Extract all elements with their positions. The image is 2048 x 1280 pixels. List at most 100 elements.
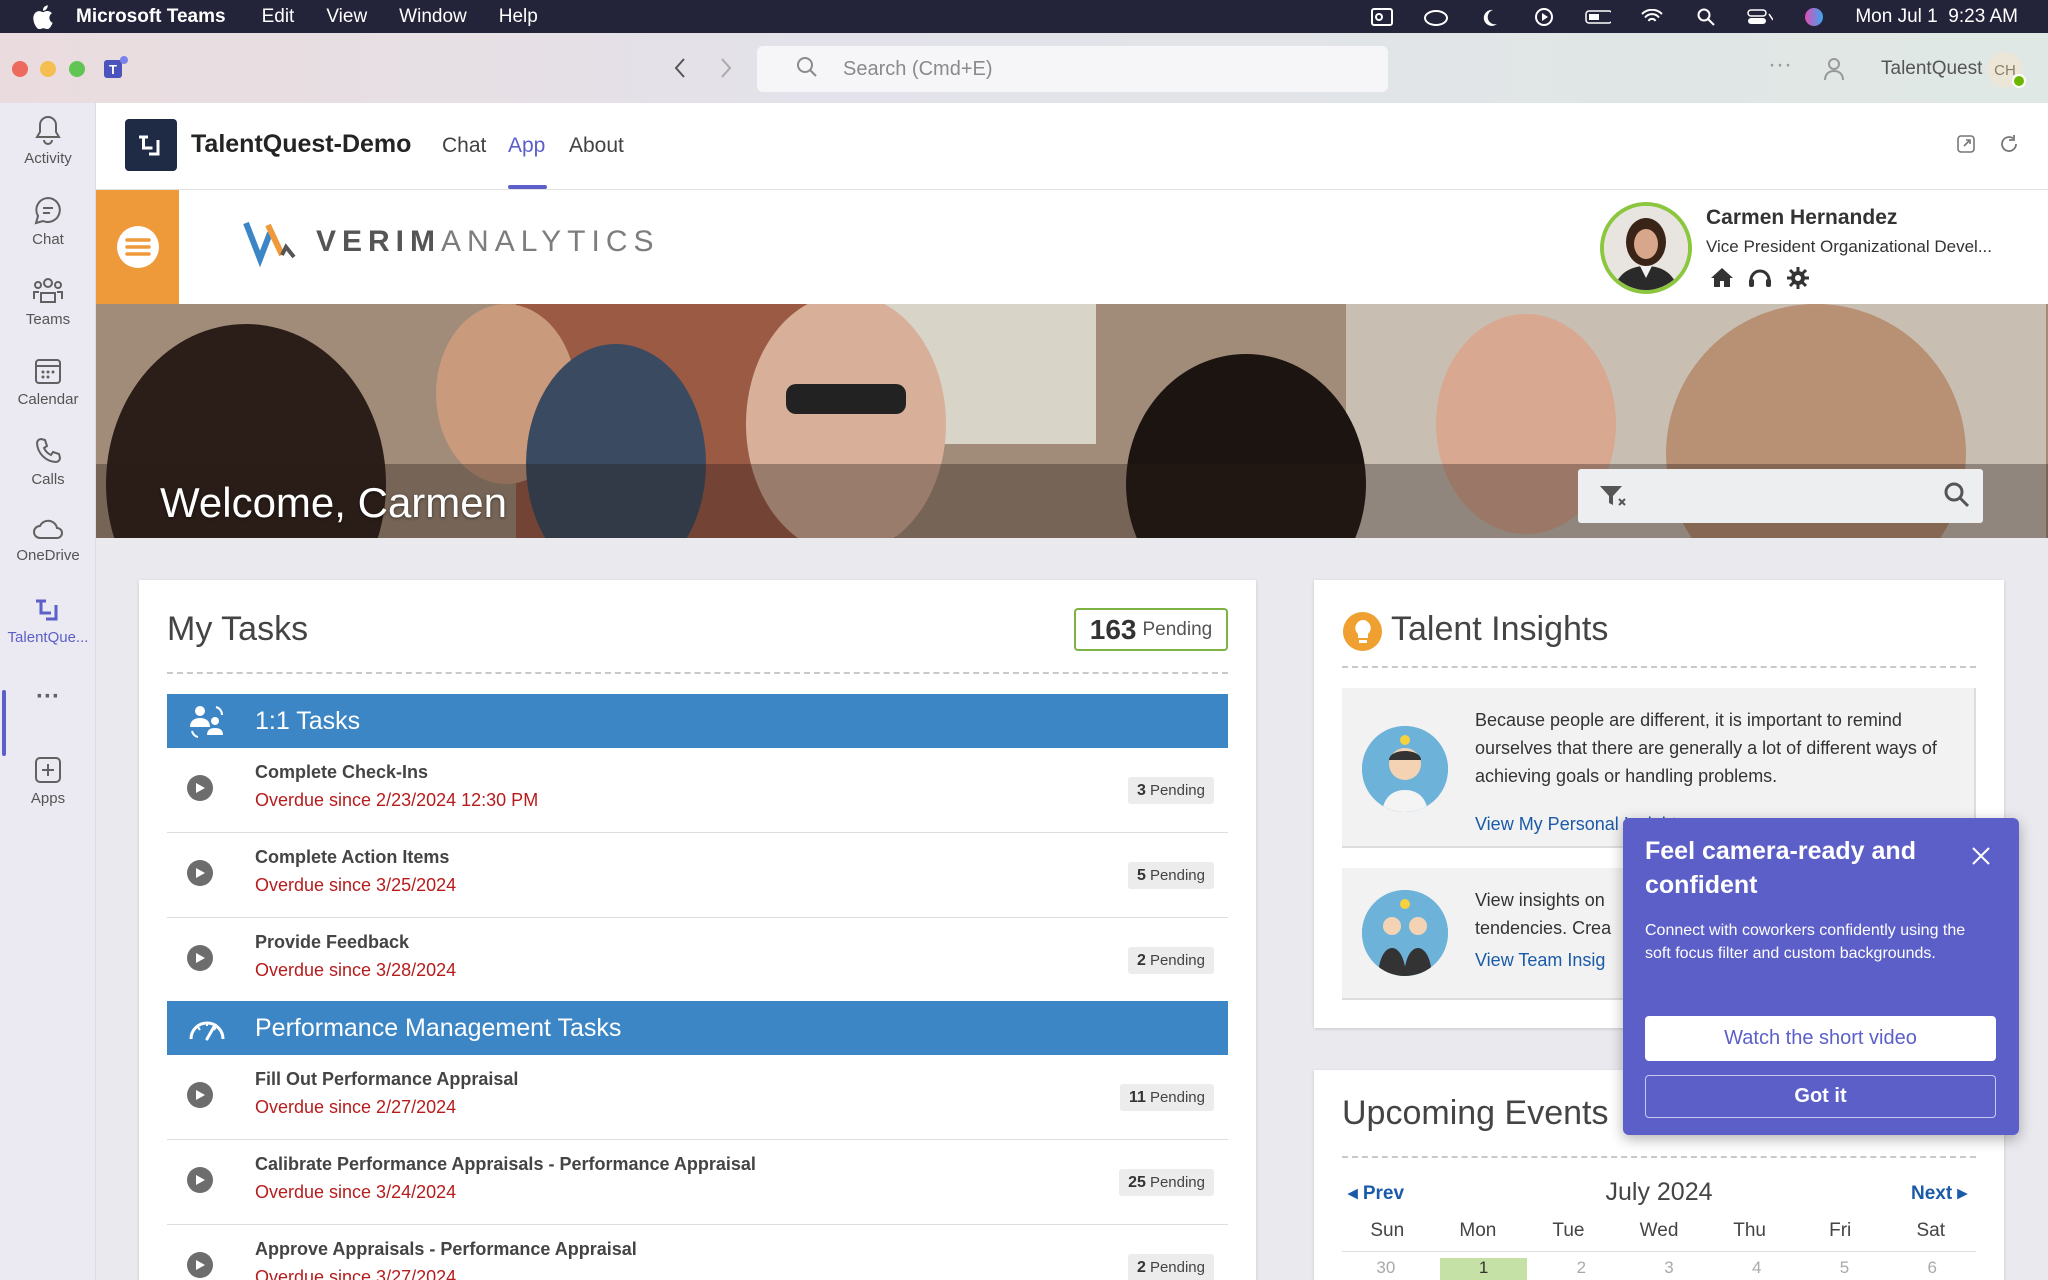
next-month-link[interactable]: Next ▸ xyxy=(1911,1182,1967,1205)
menu-clock[interactable]: Mon Jul 1 9:23 AM xyxy=(1855,6,2018,28)
menu-edit[interactable]: Edit xyxy=(262,6,295,28)
task-row[interactable]: Complete Action Items Overdue since 3/25… xyxy=(167,833,1228,918)
menu-view[interactable]: View xyxy=(326,6,367,28)
control-center-icon[interactable] xyxy=(1747,6,1774,28)
tab-chat[interactable]: Chat xyxy=(442,134,486,158)
pending-total-label: Pending xyxy=(1142,618,1213,640)
got-it-button[interactable]: Got it xyxy=(1645,1075,1996,1118)
bell-icon xyxy=(35,115,61,145)
task-row[interactable]: Approve Appraisals - Performance Apprais… xyxy=(167,1225,1228,1280)
task-name[interactable]: Provide Feedback xyxy=(255,932,409,953)
calendar-date[interactable]: 4 xyxy=(1713,1258,1801,1280)
speedometer-icon xyxy=(187,1013,227,1043)
view-team-insights-link[interactable]: View Team Insig xyxy=(1475,950,1605,971)
calendar-date-today[interactable]: 1 xyxy=(1439,1258,1528,1280)
people-sync-icon xyxy=(187,703,227,739)
headset-icon[interactable] xyxy=(1748,266,1772,288)
calendar-date[interactable]: 2 xyxy=(1537,1258,1625,1280)
rail-item-calendar[interactable]: Calendar xyxy=(0,355,96,408)
popup-body: Connect with coworkers confidently using… xyxy=(1645,922,1966,962)
insight-text: Because people are different, it is impo… xyxy=(1475,710,1937,786)
rail-item-chat[interactable]: Chat xyxy=(0,195,96,248)
weekday-label: Thu xyxy=(1733,1220,1766,1241)
tab-about[interactable]: About xyxy=(569,134,624,158)
siri-icon[interactable] xyxy=(1801,6,1827,28)
teams-left-rail: Activity Chat Teams Calendar Calls OneDr… xyxy=(0,103,96,1280)
cloud-icon xyxy=(33,519,63,539)
task-row[interactable]: Fill Out Performance Appraisal Overdue s… xyxy=(167,1055,1228,1140)
task-name[interactable]: Complete Check-Ins xyxy=(255,762,428,783)
pending-total-badge[interactable]: 163 Pending xyxy=(1074,608,1228,651)
calendar-date[interactable]: 6 xyxy=(1888,1258,1976,1280)
rail-item-teams[interactable]: Teams xyxy=(0,275,96,328)
verim-header: VERIMANALYTICS Carmen Hernandez Vice Pre… xyxy=(96,190,2048,304)
spotlight-search-icon[interactable] xyxy=(1693,6,1719,28)
tab-app[interactable]: App xyxy=(508,134,545,158)
play-icon[interactable] xyxy=(187,1252,213,1278)
rail-item-activity[interactable]: Activity xyxy=(0,114,96,167)
play-icon[interactable] xyxy=(187,860,213,886)
verim-logo-mark-icon xyxy=(243,221,296,268)
phone-icon xyxy=(35,437,62,464)
insight-text: View insights on tendencies. Crea xyxy=(1475,890,1612,938)
section-performance-management-tasks[interactable]: Performance Management Tasks xyxy=(167,1001,1228,1055)
apple-icon[interactable] xyxy=(28,2,58,32)
task-name[interactable]: Complete Action Items xyxy=(255,847,449,868)
search-icon[interactable] xyxy=(1943,481,1971,514)
task-overdue: Overdue since 3/28/2024 xyxy=(255,960,457,980)
outlook-icon[interactable] xyxy=(1369,6,1395,28)
menu-app-name[interactable]: Microsoft Teams xyxy=(76,6,226,28)
task-name[interactable]: Approve Appraisals - Performance Apprais… xyxy=(255,1239,637,1260)
rail-item-talentquest[interactable]: TalentQue... xyxy=(0,595,96,646)
calendar-date[interactable]: 5 xyxy=(1801,1258,1889,1280)
insight-illustration xyxy=(1362,890,1448,976)
next-label: Next xyxy=(1911,1183,1953,1204)
calendar-date[interactable]: 30 xyxy=(1342,1258,1430,1280)
watch-video-button[interactable]: Watch the short video xyxy=(1645,1016,1996,1061)
profile-photo[interactable] xyxy=(1600,202,1692,294)
moon-icon[interactable] xyxy=(1477,6,1503,28)
zoom-window-button[interactable] xyxy=(69,61,85,77)
play-icon[interactable] xyxy=(187,775,213,801)
forward-arrow-icon[interactable] xyxy=(711,53,741,83)
minimize-window-button[interactable] xyxy=(40,61,56,77)
task-name[interactable]: Calibrate Performance Appraisals - Perfo… xyxy=(255,1154,756,1175)
calendar-date[interactable]: 3 xyxy=(1625,1258,1713,1280)
more-options-icon[interactable]: ··· xyxy=(1768,51,1792,79)
menu-help[interactable]: Help xyxy=(499,6,538,28)
rail-item-more[interactable]: ··· xyxy=(0,683,96,711)
creative-cloud-icon[interactable] xyxy=(1423,6,1449,28)
profile-org-icon[interactable] xyxy=(1822,55,1850,83)
play-circle-icon[interactable] xyxy=(1531,6,1557,28)
profile-name: Carmen Hernandez xyxy=(1706,206,1898,229)
rail-item-calls[interactable]: Calls xyxy=(0,435,96,488)
task-row[interactable]: Provide Feedback Overdue since 3/28/2024… xyxy=(167,918,1228,1003)
play-icon[interactable] xyxy=(187,1082,213,1108)
battery-icon[interactable] xyxy=(1585,6,1612,28)
refresh-icon[interactable] xyxy=(1998,133,2022,157)
weekday-label: Sun xyxy=(1370,1220,1405,1241)
close-window-button[interactable] xyxy=(12,61,28,77)
org-name[interactable]: TalentQuest xyxy=(1881,58,1982,80)
rail-item-apps[interactable]: Apps xyxy=(0,754,96,807)
calendar-icon xyxy=(35,359,61,384)
play-icon[interactable] xyxy=(187,1167,213,1193)
close-icon[interactable] xyxy=(1971,846,1991,866)
filter-icon[interactable] xyxy=(1598,483,1628,514)
teams-search-input[interactable]: Search (Cmd+E) xyxy=(757,46,1388,92)
task-name[interactable]: Fill Out Performance Appraisal xyxy=(255,1069,518,1090)
menu-window[interactable]: Window xyxy=(399,6,467,28)
rail-item-onedrive[interactable]: OneDrive xyxy=(0,515,96,564)
task-row[interactable]: Calibrate Performance Appraisals - Perfo… xyxy=(167,1140,1228,1225)
popout-icon[interactable] xyxy=(1955,133,1979,157)
home-icon[interactable] xyxy=(1710,266,1734,288)
gear-icon[interactable] xyxy=(1786,266,1810,290)
back-arrow-icon[interactable] xyxy=(665,53,695,83)
play-icon[interactable] xyxy=(187,945,213,971)
hamburger-menu-button[interactable] xyxy=(96,190,179,304)
section-one-on-one-tasks[interactable]: 1:1 Tasks xyxy=(167,694,1228,748)
task-row[interactable]: Complete Check-Ins Overdue since 2/23/20… xyxy=(167,748,1228,833)
wifi-icon[interactable] xyxy=(1639,6,1665,28)
banner-search-input[interactable] xyxy=(1578,469,1983,523)
search-placeholder: Search (Cmd+E) xyxy=(843,57,993,80)
